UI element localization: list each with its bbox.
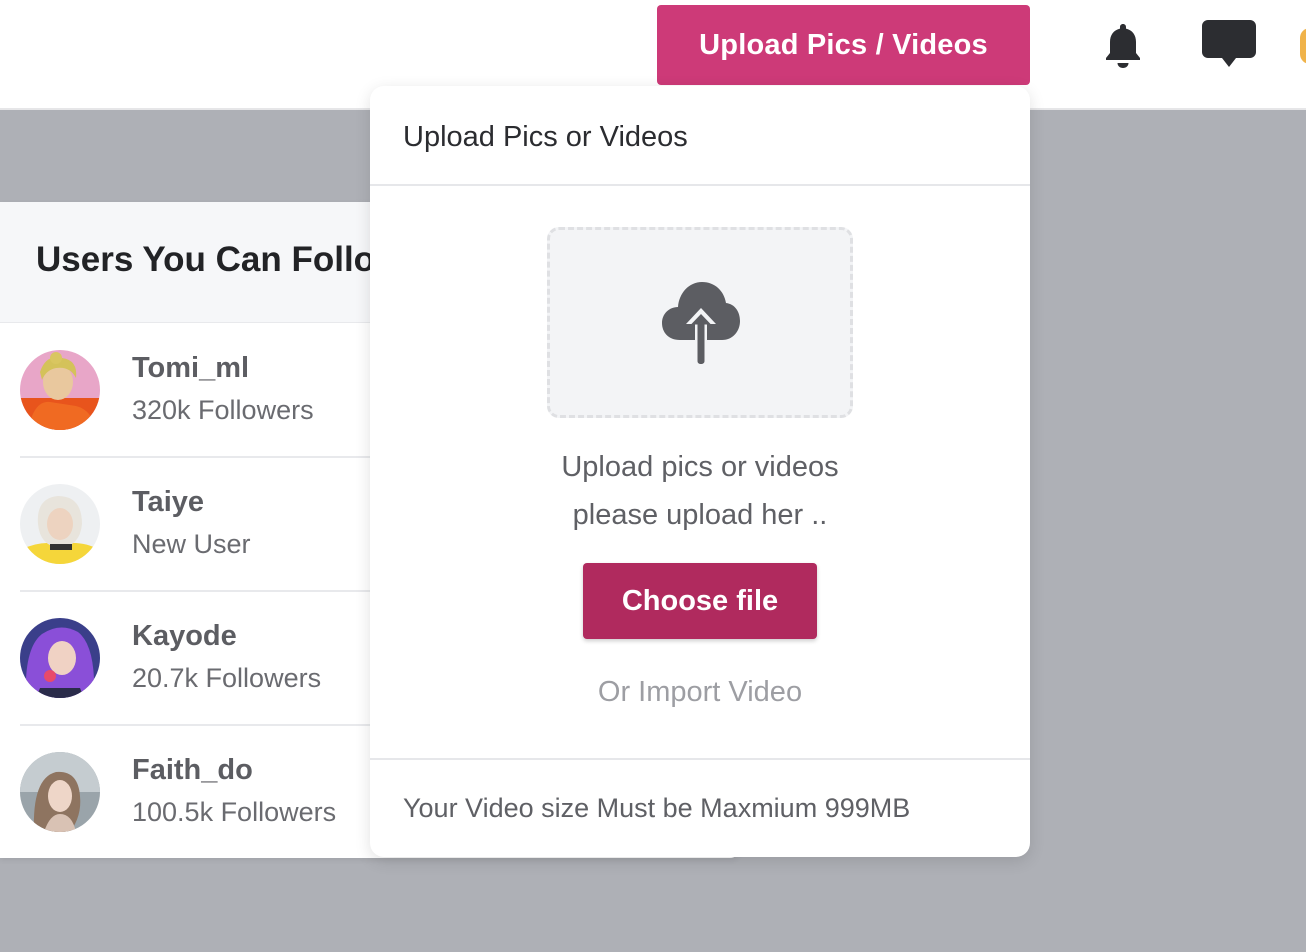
user-followers: 20.7k Followers [132, 663, 322, 693]
avatar[interactable] [20, 484, 100, 564]
user-name[interactable]: Tomi_ml [132, 352, 249, 385]
avatar[interactable] [20, 350, 100, 430]
video-size-note: Your Video size Must be Maxmium 999MB [403, 793, 911, 823]
upload-description-line2: please upload her .. [572, 499, 828, 531]
user-name[interactable]: Taiye [132, 486, 204, 519]
file-dropzone[interactable] [547, 227, 853, 418]
choose-file-button[interactable]: Choose file [583, 563, 817, 639]
avatar[interactable] [20, 752, 100, 832]
user-followers: 100.5k Followers [132, 797, 337, 827]
upload-dropdown: Upload Pics or Videos Upload pics or vid… [370, 86, 1030, 857]
import-video-link[interactable]: Or Import Video [370, 676, 1030, 709]
upload-dropdown-title: Upload Pics or Videos [403, 120, 688, 153]
user-name[interactable]: Kayode [132, 620, 237, 653]
panel-title: Users You Can Follow [36, 240, 403, 279]
upload-description-line1: Upload pics or videos [561, 451, 839, 483]
cloud-upload-icon [662, 282, 740, 366]
user-name[interactable]: Faith_do [132, 754, 253, 787]
bell-icon[interactable] [1100, 20, 1146, 70]
user-status: New User [132, 529, 251, 559]
user-followers: 320k Followers [132, 395, 314, 425]
avatar[interactable] [20, 618, 100, 698]
chat-icon[interactable] [1200, 18, 1258, 70]
user-avatar[interactable] [1300, 28, 1306, 64]
upload-dropdown-header: Upload Pics or Videos [370, 86, 1030, 186]
upload-dropdown-footer: Your Video size Must be Maxmium 999MB [370, 758, 1030, 857]
upload-pics-videos-button[interactable]: Upload Pics / Videos [657, 5, 1030, 85]
